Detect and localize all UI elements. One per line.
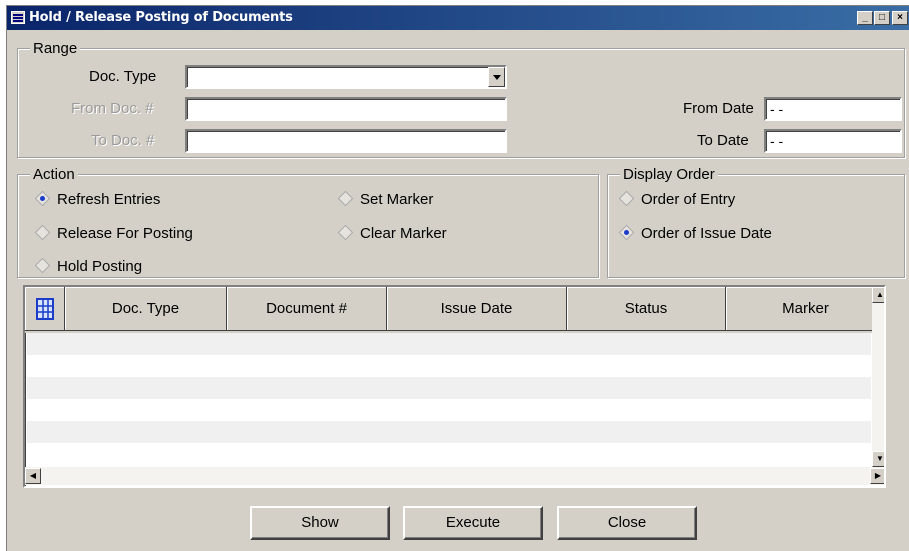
grid-header: Doc. Type Document # Issue Date Status M… — [25, 287, 884, 333]
radio-label: Refresh Entries — [57, 191, 161, 208]
execute-button[interactable]: Execute — [403, 506, 543, 540]
radio-label: Set Marker — [360, 191, 434, 208]
title-bar: Hold / Release Posting of Documents _ □ … — [7, 6, 909, 30]
column-header-issue-date[interactable]: Issue Date — [387, 287, 567, 331]
doc-type-label: Doc. Type — [89, 68, 157, 85]
maximize-button[interactable]: □ — [874, 11, 890, 25]
from-doc-field[interactable] — [185, 97, 507, 121]
radio-label: Clear Marker — [360, 225, 447, 242]
window-title: Hold / Release Posting of Documents — [29, 10, 293, 25]
close-window-button[interactable]: × — [892, 11, 908, 25]
from-date-field[interactable]: - - — [764, 97, 902, 121]
to-date-value: - - — [770, 133, 784, 149]
minimize-button[interactable]: _ — [857, 11, 873, 25]
chevron-down-icon[interactable] — [488, 67, 505, 87]
to-doc-field[interactable] — [185, 129, 507, 153]
close-button[interactable]: Close — [557, 506, 697, 540]
to-date-field[interactable]: - - — [764, 129, 902, 153]
radio-label: Release For Posting — [57, 225, 193, 242]
radio-label: Order of Issue Date — [641, 225, 772, 242]
radio-label: Order of Entry — [641, 191, 736, 208]
from-date-label: From Date — [683, 100, 754, 117]
scroll-down-icon[interactable]: ▼ — [872, 451, 884, 467]
horizontal-scrollbar[interactable]: ◀ ▶ — [25, 467, 884, 485]
show-button[interactable]: Show — [250, 506, 390, 540]
table-row[interactable] — [27, 355, 871, 377]
range-legend: Range — [30, 40, 81, 57]
documents-grid[interactable]: Doc. Type Document # Issue Date Status M… — [23, 285, 886, 488]
grid-select-all-icon[interactable] — [25, 287, 65, 331]
table-row[interactable] — [27, 421, 871, 443]
from-date-value: - - — [770, 101, 784, 117]
action-legend: Action — [30, 166, 78, 183]
table-row[interactable] — [27, 377, 871, 399]
show-button-label: Show — [301, 514, 339, 531]
column-header-status[interactable]: Status — [567, 287, 726, 331]
scroll-up-icon[interactable]: ▲ — [872, 287, 884, 303]
display-order-legend: Display Order — [620, 166, 718, 183]
from-doc-label: From Doc. # — [71, 100, 154, 117]
vertical-scrollbar[interactable]: ▲ ▼ — [872, 287, 884, 467]
column-header-doc-type[interactable]: Doc. Type — [65, 287, 227, 331]
scroll-right-icon[interactable]: ▶ — [870, 468, 884, 484]
table-row[interactable] — [27, 443, 871, 465]
table-row[interactable] — [27, 333, 871, 355]
column-header-marker[interactable]: Marker — [726, 287, 884, 331]
execute-button-label: Execute — [445, 514, 501, 531]
column-header-document-number[interactable]: Document # — [227, 287, 387, 331]
close-button-label: Close — [607, 514, 647, 531]
radio-label: Hold Posting — [57, 258, 143, 275]
to-doc-label: To Doc. # — [91, 132, 155, 149]
to-date-label: To Date — [697, 132, 749, 149]
table-row[interactable] — [27, 399, 871, 421]
doc-type-combobox[interactable] — [185, 65, 507, 89]
window-menu-icon[interactable] — [11, 11, 25, 24]
hold-release-window: Hold / Release Posting of Documents _ □ … — [6, 5, 909, 551]
scroll-left-icon[interactable]: ◀ — [25, 468, 41, 484]
